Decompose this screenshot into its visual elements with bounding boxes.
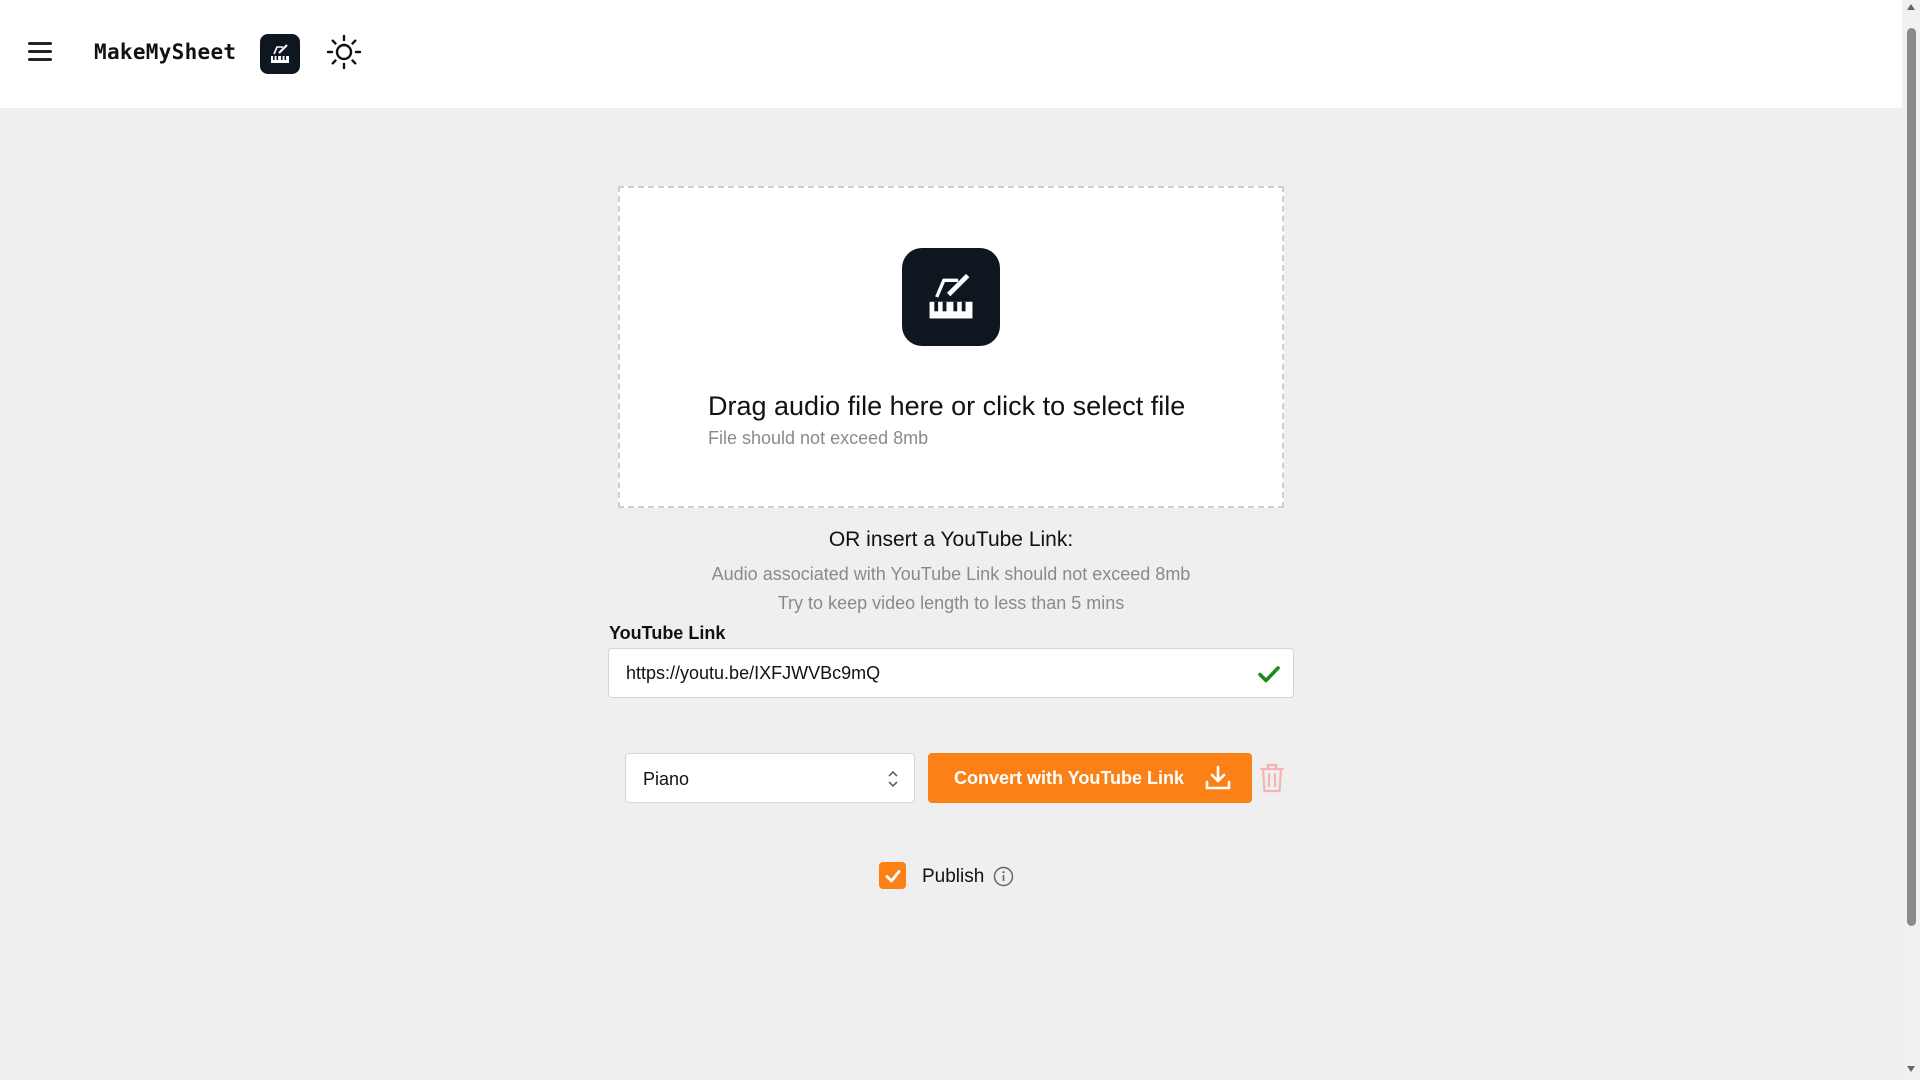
scrollbar-thumb[interactable] (1907, 28, 1916, 926)
dropzone-size-hint: File should not exceed 8mb (708, 428, 929, 448)
youtube-heading: OR insert a YouTube Link: (828, 528, 1074, 551)
download-icon (1205, 765, 1231, 790)
info-icon[interactable] (993, 866, 1014, 887)
publish-label: Publish (922, 866, 985, 887)
brand-name[interactable]: MakeMySheet (94, 40, 236, 64)
instrument-select[interactable]: Piano (625, 753, 915, 803)
convert-button-label: Convert with YouTube Link (954, 768, 1185, 788)
vertical-scrollbar[interactable] (1902, 0, 1920, 1080)
instrument-selected-value: Piano (643, 769, 690, 789)
checkmark-icon (1258, 666, 1280, 683)
chevron-up-down-icon (888, 770, 898, 788)
sun-icon[interactable] (326, 34, 362, 70)
publish-checkbox[interactable] (879, 862, 906, 889)
scroll-down-arrow-icon[interactable] (1906, 1064, 1916, 1074)
top-bar: MakeMySheet (0, 0, 1902, 108)
audio-dropzone[interactable]: Drag audio file here or click to select … (618, 186, 1284, 508)
youtube-link-field (608, 648, 1294, 698)
hamburger-menu-icon[interactable] (26, 40, 58, 66)
piano-sheet-logo-icon (902, 248, 1000, 346)
convert-button[interactable]: Convert with YouTube Link (928, 753, 1252, 803)
piano-sheet-logo-icon[interactable] (260, 34, 300, 74)
page: MakeMySheet Drag audio file here or clic… (0, 0, 1920, 1080)
youtube-link-input[interactable] (609, 649, 1293, 697)
youtube-size-hint: Audio associated with YouTube Link shoul… (711, 564, 1191, 584)
youtube-length-hint: Try to keep video length to less than 5 … (777, 593, 1125, 613)
trash-icon[interactable] (1258, 762, 1286, 794)
scroll-up-arrow-icon[interactable] (1906, 2, 1916, 12)
dropzone-title: Drag audio file here or click to select … (708, 391, 1186, 421)
youtube-link-label: YouTube Link (609, 623, 726, 643)
